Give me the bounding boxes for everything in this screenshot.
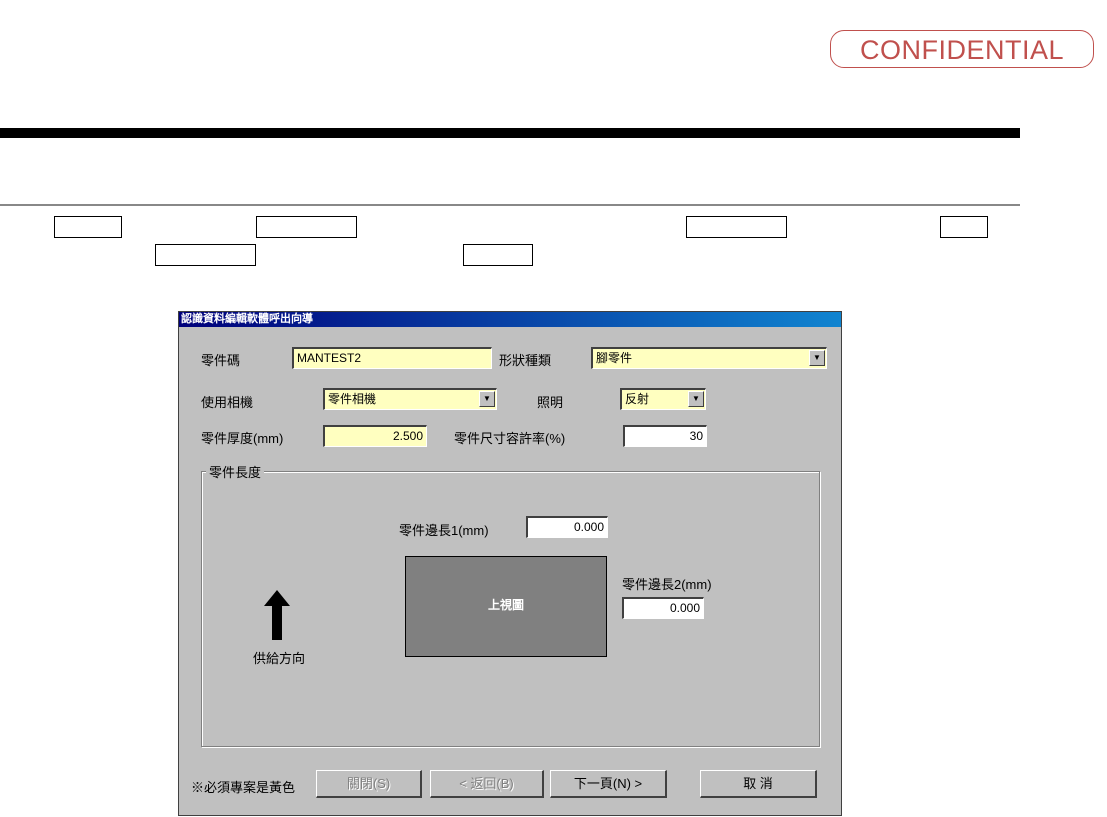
blank-box-5 [155, 244, 256, 266]
shape-type-select[interactable]: 腳零件 ▼ [591, 347, 827, 369]
lighting-label: 照明 [537, 395, 564, 410]
part-code-label: 零件碼 [201, 353, 241, 368]
chevron-down-icon[interactable]: ▼ [688, 391, 704, 407]
camera-select[interactable]: 零件相機 ▼ [323, 388, 497, 410]
wizard-dialog: 認識資料編輯軟體呼出向導 零件碼 MANTEST2 形狀種類 腳零件 ▼ 使用相… [178, 311, 842, 816]
lighting-select[interactable]: 反射 ▼ [620, 388, 706, 410]
blank-box-2 [256, 216, 357, 238]
thickness-label: 零件厚度(mm) [201, 431, 284, 446]
confidential-stamp: CONFIDENTIAL [830, 30, 1094, 68]
blank-box-3 [686, 216, 787, 238]
blank-box-1 [54, 216, 122, 238]
side2-input[interactable]: 0.000 [622, 597, 704, 619]
side1-label: 零件邊長1(mm) [399, 523, 489, 538]
close-button[interactable]: 關閉(S) [316, 770, 422, 798]
part-code-input[interactable]: MANTEST2 [292, 347, 492, 369]
shape-type-value: 腳零件 [596, 351, 633, 365]
header-rule-thin [0, 204, 1020, 206]
chevron-down-icon[interactable]: ▼ [809, 350, 825, 366]
camera-label: 使用相機 [201, 395, 254, 410]
side1-input[interactable]: 0.000 [526, 516, 608, 538]
blank-box-6 [463, 244, 533, 266]
blank-box-4 [940, 216, 988, 238]
lighting-value: 反射 [625, 392, 650, 406]
chevron-down-icon[interactable]: ▼ [479, 391, 495, 407]
shape-type-label: 形狀種類 [499, 353, 552, 368]
part-length-group-title: 零件長度 [206, 462, 265, 481]
top-view-diagram: 上視圖 [405, 556, 607, 657]
tolerance-label: 零件尺寸容許率(%) [454, 431, 566, 446]
cancel-button[interactable]: 取 消 [700, 770, 817, 798]
header-rule-thick [0, 128, 1020, 138]
feed-direction-label: 供給方向 [253, 651, 306, 666]
back-button[interactable]: < 返回(B) [430, 770, 544, 798]
top-view-label: 上視圖 [487, 598, 524, 612]
camera-value: 零件相機 [328, 392, 377, 406]
side2-label: 零件邊長2(mm) [622, 577, 712, 592]
thickness-input[interactable]: 2.500 [323, 425, 427, 447]
tolerance-input[interactable]: 30 [623, 425, 707, 447]
required-note: ※必須專案是黃色 [191, 780, 296, 795]
dialog-title-bar: 認識資料編輯軟體呼出向導 [179, 312, 841, 327]
feed-direction-arrow-icon [264, 590, 290, 640]
next-button[interactable]: 下一頁(N) > [550, 770, 667, 798]
